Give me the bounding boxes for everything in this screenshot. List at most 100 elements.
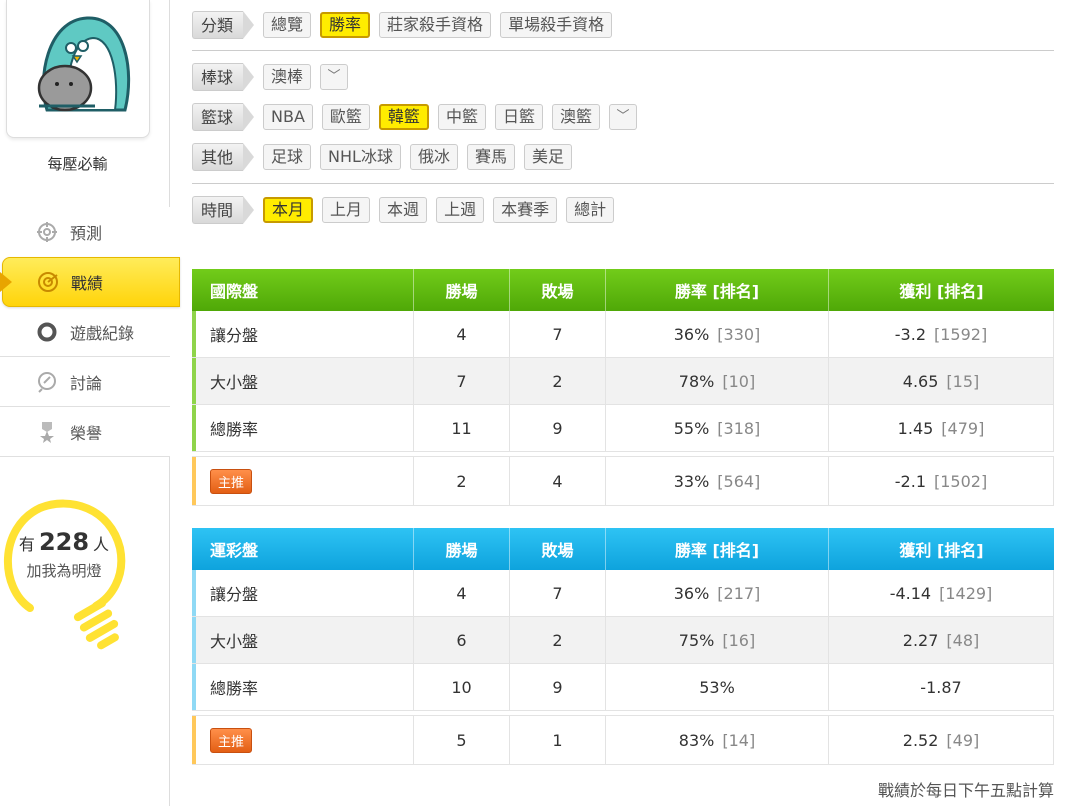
table-title: 運彩盤: [192, 528, 414, 570]
target-icon: [36, 221, 58, 243]
chip-win-rate[interactable]: 勝率: [320, 12, 371, 38]
sidebar-item-honor[interactable]: 榮譽: [0, 407, 170, 457]
chip-banker-killer[interactable]: 莊家殺手資格: [379, 12, 492, 38]
column-header: 敗場: [510, 528, 606, 570]
sidebar-item-label: 遊戲紀錄: [70, 323, 135, 343]
circle-icon: [36, 321, 58, 343]
column-header: 勝率 [排名]: [606, 269, 829, 311]
chip-korea-basketball[interactable]: 韓籃: [378, 104, 429, 130]
profit: -2.1: [894, 471, 926, 491]
sidebar: 每壓必輸 預測 戰績 遊戲紀錄 討論 榮譽 有 228 人 加我為明燈: [0, 0, 180, 806]
lose-count: 7: [510, 570, 606, 616]
win-count: 6: [414, 617, 510, 663]
column-header: 勝場: [414, 269, 510, 311]
penguin-avatar-icon: [37, 16, 131, 112]
sidebar-item-label: 討論: [70, 373, 103, 393]
sidebar-item-label: 榮譽: [70, 423, 103, 443]
record-calculation-note: 戰績於每日下午五點計算: [877, 781, 1054, 800]
chip-last-week[interactable]: 上週: [436, 197, 485, 223]
fans-lightbulb[interactable]: 有 228 人 加我為明燈: [0, 498, 130, 658]
profit: 2.27: [902, 630, 939, 650]
chip-abl[interactable]: 澳棒: [263, 64, 312, 90]
column-header: 勝率 [排名]: [606, 528, 829, 570]
win-rate: 83%: [678, 730, 715, 750]
profit: 1.45: [897, 418, 934, 438]
profit-rank: [15]: [946, 371, 980, 391]
table-title: 國際盤: [192, 269, 414, 311]
win-rate: 53%: [699, 677, 735, 697]
main-pick-badge: 主推: [210, 727, 253, 753]
lose-count: 9: [510, 405, 606, 451]
column-header: 敗場: [510, 269, 606, 311]
table-row: 大小盤 6 2 75% [16] 2.27 [48]: [192, 617, 1054, 664]
profit: -1.87: [920, 677, 962, 697]
chip-single-killer[interactable]: 單場殺手資格: [500, 12, 613, 38]
avatar[interactable]: [6, 0, 150, 138]
profit-rank: [49]: [946, 730, 980, 750]
filter-other: 其他 足球 NHL冰球 俄冰 賽馬 美足: [192, 143, 581, 171]
international-odds-table: 國際盤 勝場 敗場 勝率 [排名] 獲利 [排名] 讓分盤 4 7 36% [33…: [192, 269, 1054, 506]
win-rate-rank: [564]: [717, 471, 761, 491]
filter-label: 分類: [192, 11, 255, 39]
chip-russia-hockey[interactable]: 俄冰: [409, 144, 458, 170]
profit-rank: [1502]: [934, 471, 988, 491]
lose-count: 4: [510, 457, 606, 505]
sidebar-item-game-log[interactable]: 遊戲紀錄: [0, 307, 170, 357]
fans-prefix: 有: [18, 535, 35, 554]
chip-last-month[interactable]: 上月: [322, 197, 371, 223]
win-rate: 33%: [673, 471, 710, 491]
chip-euro-basketball[interactable]: 歐籃: [321, 104, 370, 130]
fans-suffix: 人: [93, 535, 110, 554]
divider: [192, 183, 1054, 184]
profit-rank: [1592]: [934, 324, 988, 344]
filter-category: 分類 總覽 勝率 莊家殺手資格 單場殺手資格: [192, 11, 621, 39]
win-rate: 75%: [678, 630, 715, 650]
filter-label: 其他: [192, 143, 255, 171]
chip-nba[interactable]: NBA: [263, 104, 313, 130]
lose-count: 2: [510, 358, 606, 404]
record-icon: [37, 271, 59, 293]
filter-label: 棒球: [192, 63, 255, 91]
chip-horse-racing[interactable]: 賽馬: [466, 144, 515, 170]
filter-time: 時間 本月 上月 本週 上週 本賽季 總計: [192, 196, 623, 224]
chip-australia-basketball[interactable]: 澳籃: [551, 104, 600, 130]
win-rate-rank: [330]: [717, 324, 761, 344]
chip-overview[interactable]: 總覽: [263, 12, 312, 38]
profit-rank: [479]: [941, 418, 985, 438]
row-name: 大小盤: [192, 358, 414, 404]
table-row: 大小盤 7 2 78% [10] 4.65 [15]: [192, 358, 1054, 405]
sidebar-item-label: 預測: [70, 224, 103, 243]
chip-this-month[interactable]: 本月: [263, 197, 314, 223]
profit: -3.2: [894, 324, 926, 344]
sidebar-item-predict[interactable]: 預測: [0, 207, 170, 257]
win-rate-rank: [10]: [722, 371, 756, 391]
chip-total[interactable]: 總計: [566, 197, 615, 223]
chip-nhl[interactable]: NHL冰球: [320, 144, 401, 170]
row-name: 總勝率: [192, 405, 414, 451]
chip-this-week[interactable]: 本週: [379, 197, 428, 223]
table-row: 總勝率 11 9 55% [318] 1.45 [479]: [192, 405, 1054, 452]
win-count: 4: [414, 570, 510, 616]
fans-count: 228: [38, 528, 90, 556]
table-row: 讓分盤 4 7 36% [330] -3.2 [1592]: [192, 311, 1054, 358]
chevron-down-icon[interactable]: ﹀: [320, 64, 349, 90]
win-rate-rank: [16]: [722, 630, 756, 650]
filter-label: 時間: [192, 196, 255, 224]
chip-china-basketball[interactable]: 中籃: [437, 104, 486, 130]
row-name: 讓分盤: [192, 311, 414, 357]
chip-soccer[interactable]: 足球: [263, 144, 312, 170]
sidebar-menu: 預測 戰績 遊戲紀錄 討論 榮譽: [0, 207, 180, 457]
sports-lottery-table: 運彩盤 勝場 敗場 勝率 [排名] 獲利 [排名] 讓分盤 4 7 36% [21…: [192, 528, 1054, 765]
chip-japan-basketball[interactable]: 日籃: [494, 104, 543, 130]
chip-this-season[interactable]: 本賽季: [493, 197, 558, 223]
filter-baseball: 棒球 澳棒 ﹀: [192, 63, 357, 91]
win-count: 11: [414, 405, 510, 451]
discussion-icon: [36, 371, 58, 393]
lose-count: 9: [510, 664, 606, 710]
sidebar-item-discussion[interactable]: 討論: [0, 357, 170, 407]
chip-american-football[interactable]: 美足: [523, 144, 572, 170]
profit: 4.65: [902, 371, 939, 391]
sidebar-item-record[interactable]: 戰績: [0, 257, 180, 307]
main-pick-badge: 主推: [210, 468, 253, 494]
chevron-down-icon[interactable]: ﹀: [608, 104, 637, 130]
